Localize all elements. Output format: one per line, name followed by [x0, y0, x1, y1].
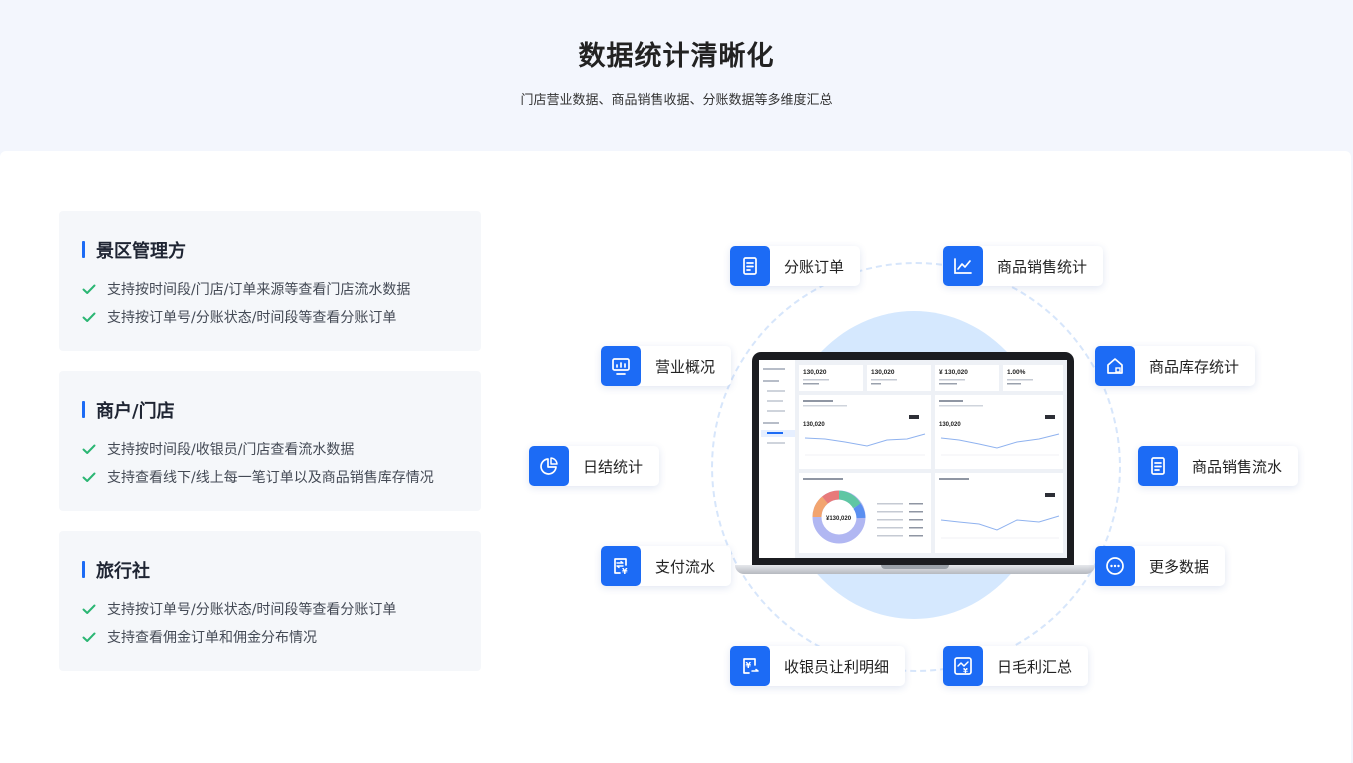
role-feature-item: 支持查看佣金订单和佣金分布情况	[81, 627, 317, 647]
role-feature-text: 支持按时间段/收银员/门店查看流水数据	[107, 442, 355, 458]
role-feature-text: 支持查看线下/线上每一笔订单以及商品销售库存情况	[107, 470, 434, 486]
role-title: 旅行社	[96, 561, 150, 582]
feature-sales-stats[interactable]: 商品销售统计	[943, 246, 1104, 286]
feature-label: 更多数据	[1149, 557, 1210, 576]
donut-value: ¥130,020	[826, 516, 852, 522]
svg-text:¥: ¥	[622, 567, 628, 576]
pie-chart-icon	[529, 446, 569, 486]
svg-text:¥: ¥	[963, 667, 968, 675]
role-feature-item: 支持按时间段/门店/订单来源等查看门店流水数据	[81, 279, 410, 299]
role-feature-text: 支持按订单号/分账状态/时间段等查看分账订单	[107, 602, 397, 618]
role-title: 商户/门店	[96, 401, 175, 422]
margin-chart-icon: ¥	[943, 646, 983, 686]
feature-label: 商品销售流水	[1192, 457, 1283, 476]
feature-label: 商品库存统计	[1149, 357, 1240, 376]
role-accent-bar	[82, 401, 85, 418]
feature-cashier-discount[interactable]: ¥ 收银员让利明细	[730, 646, 906, 686]
feature-label: 营业概况	[655, 357, 716, 376]
list-doc-icon	[1138, 446, 1178, 486]
page-subtitle: 门店营业数据、商品销售收据、分账数据等多维度汇总	[520, 93, 833, 108]
dashboard-mockup: 130,020 130,020 ¥ 130,020 1.00% 130,020 …	[759, 360, 1063, 558]
page-header: 数据统计清晰化 门店营业数据、商品销售收据、分账数据等多维度汇总	[0, 0, 1353, 151]
feature-more-data[interactable]: 更多数据	[1095, 546, 1226, 586]
feature-daily-margin[interactable]: ¥ 日毛利汇总	[943, 646, 1089, 686]
panel-value: 130,020	[939, 422, 961, 428]
check-icon	[82, 632, 96, 642]
feature-label: 分账订单	[784, 257, 845, 276]
receipt-yuan-icon: ¥	[730, 646, 770, 686]
role-card-scenic-admin: 景区管理方 支持按时间段/门店/订单来源等查看门店流水数据 支持按订单号/分账状…	[59, 211, 481, 351]
document-icon	[730, 246, 770, 286]
page-title: 数据统计清晰化	[578, 41, 775, 72]
kpi-value: 130,020	[871, 369, 895, 376]
dashboard-preview: 130,020 130,020 ¥ 130,020 1.00% 130,020 …	[759, 360, 1067, 558]
line-chart-icon	[943, 246, 983, 286]
feature-label: 商品销售统计	[997, 257, 1088, 276]
home-icon	[1095, 346, 1135, 386]
feature-daily-stats[interactable]: 日结统计	[529, 446, 660, 486]
laptop-notch	[881, 565, 949, 569]
role-feature-text: 支持查看佣金订单和佣金分布情况	[107, 630, 317, 646]
feature-label: 日结统计	[583, 457, 644, 476]
monitor-icon	[601, 346, 641, 386]
feature-sales-flow[interactable]: 商品销售流水	[1138, 446, 1299, 486]
check-icon	[82, 284, 96, 294]
kpi-value: ¥ 130,020	[939, 369, 968, 376]
feature-label: 收银员让利明细	[784, 657, 890, 676]
feature-payment-flow[interactable]: ¥ 支付流水	[601, 546, 732, 586]
feature-inventory-stats[interactable]: 商品库存统计	[1095, 346, 1256, 386]
check-icon	[82, 312, 96, 322]
role-feature-item: 支持查看线下/线上每一笔订单以及商品销售库存情况	[81, 467, 434, 487]
feature-label: 支付流水	[655, 557, 716, 576]
role-feature-text: 支持按时间段/门店/订单来源等查看门店流水数据	[107, 282, 411, 298]
panel-value: 130,020	[803, 422, 825, 428]
role-feature-item: 支持按订单号/分账状态/时间段等查看分账订单	[81, 599, 396, 619]
role-card-merchant-store: 商户/门店 支持按时间段/收银员/门店查看流水数据 支持查看线下/线上每一笔订单…	[59, 371, 481, 511]
laptop-illustration: 130,020 130,020 ¥ 130,020 1.00% 130,020 …	[735, 352, 1095, 580]
role-feature-item: 支持按订单号/分账状态/时间段等查看分账订单	[81, 307, 396, 327]
role-feature-item: 支持按时间段/收银员/门店查看流水数据	[81, 439, 354, 459]
kpi-value: 130,020	[803, 369, 827, 376]
feature-split-orders[interactable]: 分账订单	[730, 246, 861, 286]
svg-text:¥: ¥	[746, 661, 752, 670]
payment-exchange-icon: ¥	[601, 546, 641, 586]
feature-business-overview[interactable]: 营业概况	[601, 346, 732, 386]
role-feature-text: 支持按订单号/分账状态/时间段等查看分账订单	[107, 310, 397, 326]
role-card-travel-agency: 旅行社 支持按订单号/分账状态/时间段等查看分账订单 支持查看佣金订单和佣金分布…	[59, 531, 481, 671]
check-icon	[82, 444, 96, 454]
feature-label: 日毛利汇总	[997, 657, 1073, 676]
kpi-value: 1.00%	[1007, 369, 1026, 376]
role-accent-bar	[82, 561, 85, 578]
check-icon	[82, 472, 96, 482]
more-icon	[1095, 546, 1135, 586]
role-title: 景区管理方	[96, 241, 186, 262]
check-icon	[82, 604, 96, 614]
role-accent-bar	[82, 241, 85, 258]
